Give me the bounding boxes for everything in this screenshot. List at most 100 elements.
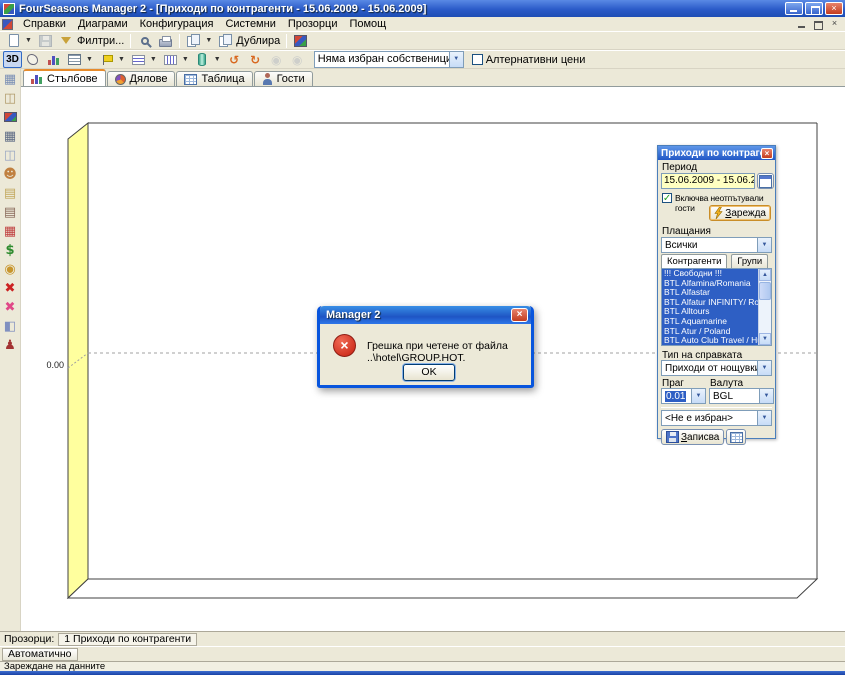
save-report-label: Записва	[681, 432, 719, 443]
tab-guests[interactable]: Гости	[254, 71, 313, 86]
cancel-circle-icon[interactable]: ✖	[2, 280, 19, 296]
chevron-down-icon[interactable]: ▼	[182, 56, 189, 63]
view-3d-button[interactable]: 3D	[3, 51, 22, 68]
load-button[interactable]: Зарежда	[709, 205, 771, 221]
package-icon[interactable]: ◧	[2, 318, 19, 334]
mdi-close-button[interactable]: ×	[827, 19, 842, 30]
mdi-child-icon[interactable]	[2, 19, 13, 30]
mdi-restore-button[interactable]	[811, 19, 826, 30]
close-button[interactable]: ×	[825, 2, 843, 15]
tab-groups[interactable]: Групи	[731, 254, 768, 268]
menu-item-help[interactable]: Помощ	[343, 17, 392, 31]
currency-combobox[interactable]: BGL▼	[709, 388, 774, 404]
filter-button[interactable]: Филтри...	[56, 32, 127, 49]
list-item[interactable]: BTL Alfastar	[662, 288, 758, 298]
rotate-right-button[interactable]	[245, 51, 266, 68]
menu-item-diagrams[interactable]: Диаграми	[72, 17, 134, 31]
tab-columns[interactable]: Стълбове	[23, 69, 106, 86]
scrollbar-down-icon[interactable]: ▼	[759, 333, 771, 345]
chevron-down-icon[interactable]: ▼	[118, 56, 125, 63]
tab-contractors[interactable]: Контрагенти	[661, 254, 727, 268]
report-type-combobox[interactable]: Приходи от нощувки▼	[661, 360, 772, 376]
threshold-combobox[interactable]: 0.01▼	[661, 388, 706, 404]
include-guests-checkbox[interactable]: ✓	[662, 193, 672, 203]
payments-combobox[interactable]: Всички▼	[661, 237, 772, 253]
restore-button[interactable]	[805, 2, 823, 15]
menu-item-system[interactable]: Системни	[219, 17, 281, 31]
contractors-listbox[interactable]: !!! Свободни !!! BTL Alfamina/Romania BT…	[661, 268, 772, 346]
print-button[interactable]	[155, 32, 176, 49]
coins-icon[interactable]: ◉	[2, 261, 19, 277]
combo-arrow-icon[interactable]: ▼	[757, 238, 771, 252]
save-report-button[interactable]: Записва	[661, 429, 724, 445]
tab-table[interactable]: Таблица	[176, 71, 252, 86]
guests-icon[interactable]: ☻	[2, 166, 19, 182]
red-table-icon[interactable]: ▦	[2, 223, 19, 239]
depth-increase-button[interactable]	[287, 51, 308, 68]
list-item[interactable]: BTL Alltours	[662, 307, 758, 317]
owner-combobox[interactable]: Няма избран собственици▼	[314, 51, 464, 68]
combo-arrow-icon[interactable]: ▼	[757, 361, 771, 375]
depth-decrease-button[interactable]	[266, 51, 287, 68]
combo-arrow-icon[interactable]: ▼	[691, 389, 705, 403]
chart-button[interactable]	[290, 32, 311, 49]
hgrid-button[interactable]: ▼	[128, 51, 160, 68]
period-input[interactable]: 15.06.2009 - 15.06.2009	[661, 173, 755, 189]
dollar-icon[interactable]: $	[2, 242, 19, 258]
list-scrollbar[interactable]: ▲ ▼	[758, 269, 771, 345]
ledger-icon[interactable]: ▤	[2, 204, 19, 220]
chevron-down-icon[interactable]: ▼	[86, 56, 93, 63]
window-1-button[interactable]: 1 Приходи по контрагенти	[58, 633, 197, 646]
copy-button[interactable]: ▼	[183, 32, 215, 49]
list-item[interactable]: BTL Alfamina/Romania	[662, 279, 758, 289]
combo-arrow-icon[interactable]: ▼	[759, 389, 773, 403]
calculator-icon[interactable]: ▦	[2, 128, 19, 144]
list-item[interactable]: !!! Свободни !!!	[662, 269, 758, 279]
ok-button[interactable]: OK	[403, 364, 455, 381]
depth-button[interactable]: ▼	[192, 51, 224, 68]
series-shape-button[interactable]	[22, 51, 43, 68]
automatic-button[interactable]: Автоматично	[2, 648, 78, 661]
minimize-button[interactable]	[785, 2, 803, 15]
color-chart-icon[interactable]	[2, 109, 19, 125]
chart-type-button[interactable]	[43, 51, 64, 68]
menu-item-configuration[interactable]: Конфигурация	[134, 17, 220, 31]
tab-shares[interactable]: Дялове	[107, 71, 176, 86]
new-report-button[interactable]: ▼	[3, 32, 35, 49]
panel-close-icon[interactable]: ×	[761, 148, 773, 159]
combo-arrow-icon[interactable]: ▼	[757, 411, 771, 425]
list-item[interactable]: BTL Aquamarine	[662, 317, 758, 327]
legend-button[interactable]: ▼	[64, 51, 96, 68]
folder-icon[interactable]: ▤	[2, 185, 19, 201]
copy-pages-icon[interactable]: ◫	[2, 147, 19, 163]
scrollbar-up-icon[interactable]: ▲	[759, 269, 771, 281]
marks-button[interactable]: ▼	[96, 51, 128, 68]
export-page-icon[interactable]: ◫	[2, 90, 19, 106]
list-item[interactable]: BTL Alfatur INFINITY/ Romani	[662, 298, 758, 308]
save-button[interactable]	[35, 32, 56, 49]
duplicate-button[interactable]: Дублира	[215, 32, 283, 49]
alt-prices-checkbox[interactable]	[472, 54, 483, 65]
template-combobox[interactable]: <Не е избран>▼	[661, 410, 772, 426]
combo-arrow-icon[interactable]: ▼	[449, 52, 463, 67]
mdi-minimize-button[interactable]	[795, 19, 810, 30]
scrollbar-thumb[interactable]	[759, 282, 771, 300]
windows-icon[interactable]: ▦	[2, 71, 19, 87]
grid-view-button[interactable]	[726, 429, 746, 445]
rotate-left-button[interactable]	[224, 51, 245, 68]
chevron-down-icon[interactable]: ▼	[205, 37, 212, 44]
menu-item-windows[interactable]: Прозорци	[282, 17, 344, 31]
print-preview-button[interactable]	[134, 32, 155, 49]
calendar-button[interactable]	[757, 173, 774, 189]
chevron-down-icon[interactable]: ▼	[150, 56, 157, 63]
list-item[interactable]: BTL Auto Club Travel / Hunga	[662, 336, 758, 346]
list-item[interactable]: BTL Atur / Poland	[662, 327, 758, 337]
person-stats-icon[interactable]: ♟	[2, 337, 19, 353]
chevron-down-icon[interactable]: ▼	[25, 37, 32, 44]
toolbar-separator	[286, 34, 287, 48]
dialog-close-icon[interactable]: ×	[511, 308, 528, 322]
vgrid-button[interactable]: ▼	[160, 51, 192, 68]
cancel-tag-icon[interactable]: ✖	[2, 299, 19, 315]
menu-item-reports[interactable]: Справки	[17, 17, 72, 31]
chevron-down-icon[interactable]: ▼	[214, 56, 221, 63]
